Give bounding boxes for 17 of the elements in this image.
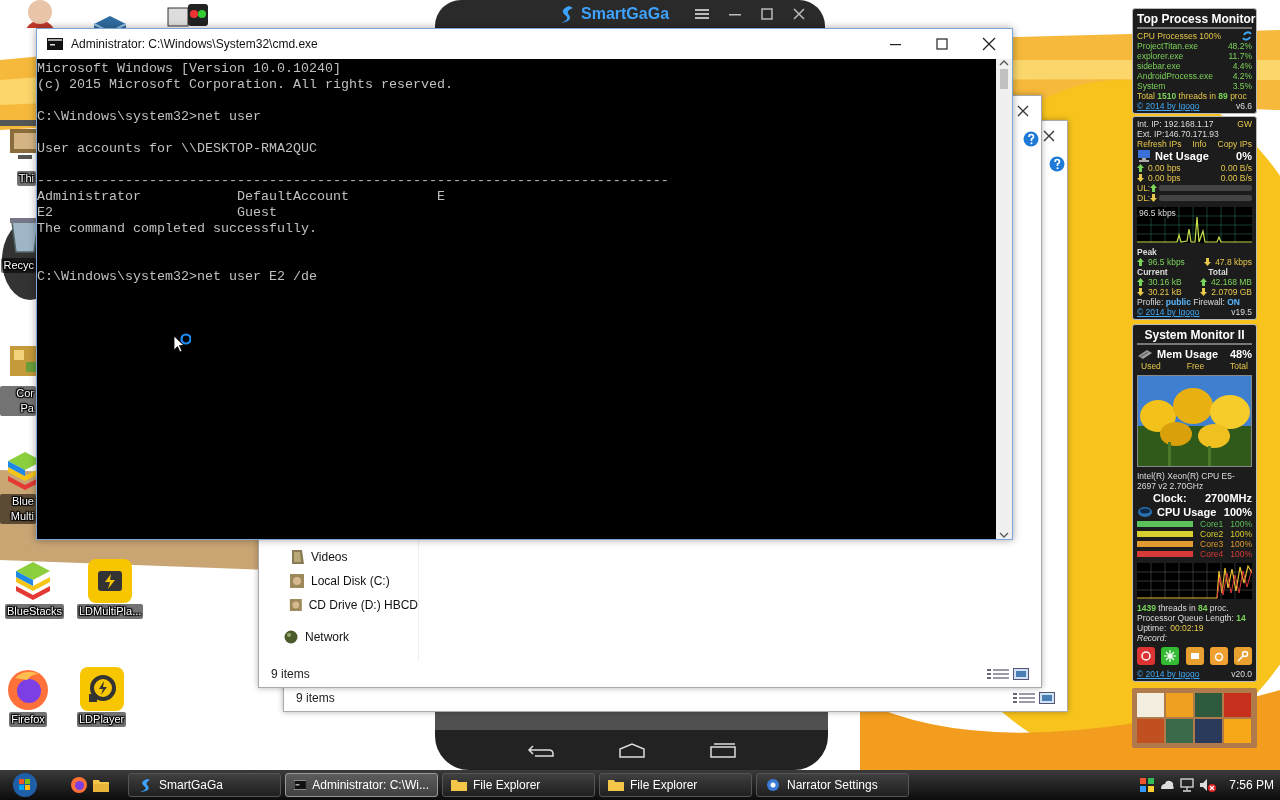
firefox-icon[interactable]: [70, 776, 88, 794]
volume-muted-icon[interactable]: [1199, 778, 1218, 792]
folder-icon[interactable]: [92, 777, 110, 793]
clock-text[interactable]: 7:56 PM: [1229, 776, 1274, 794]
start-button[interactable]: [12, 772, 38, 798]
network-icon[interactable]: [1179, 778, 1196, 792]
taskbar-button[interactable]: Administrator: C:\Wi...: [285, 773, 438, 797]
taskbar-button[interactable]: File Explorer: [442, 773, 595, 797]
cloud-icon[interactable]: [1159, 778, 1176, 792]
app-grid-icon[interactable]: [1139, 777, 1156, 793]
taskbar-button[interactable]: File Explorer: [599, 773, 752, 797]
taskbar-button[interactable]: Narrator Settings: [756, 773, 909, 797]
folder-icon: [451, 777, 467, 793]
folder-icon: [608, 777, 624, 793]
gear-icon: [765, 777, 781, 793]
taskbar-button[interactable]: SmartGaGa: [128, 773, 281, 797]
console-icon: [294, 777, 307, 793]
